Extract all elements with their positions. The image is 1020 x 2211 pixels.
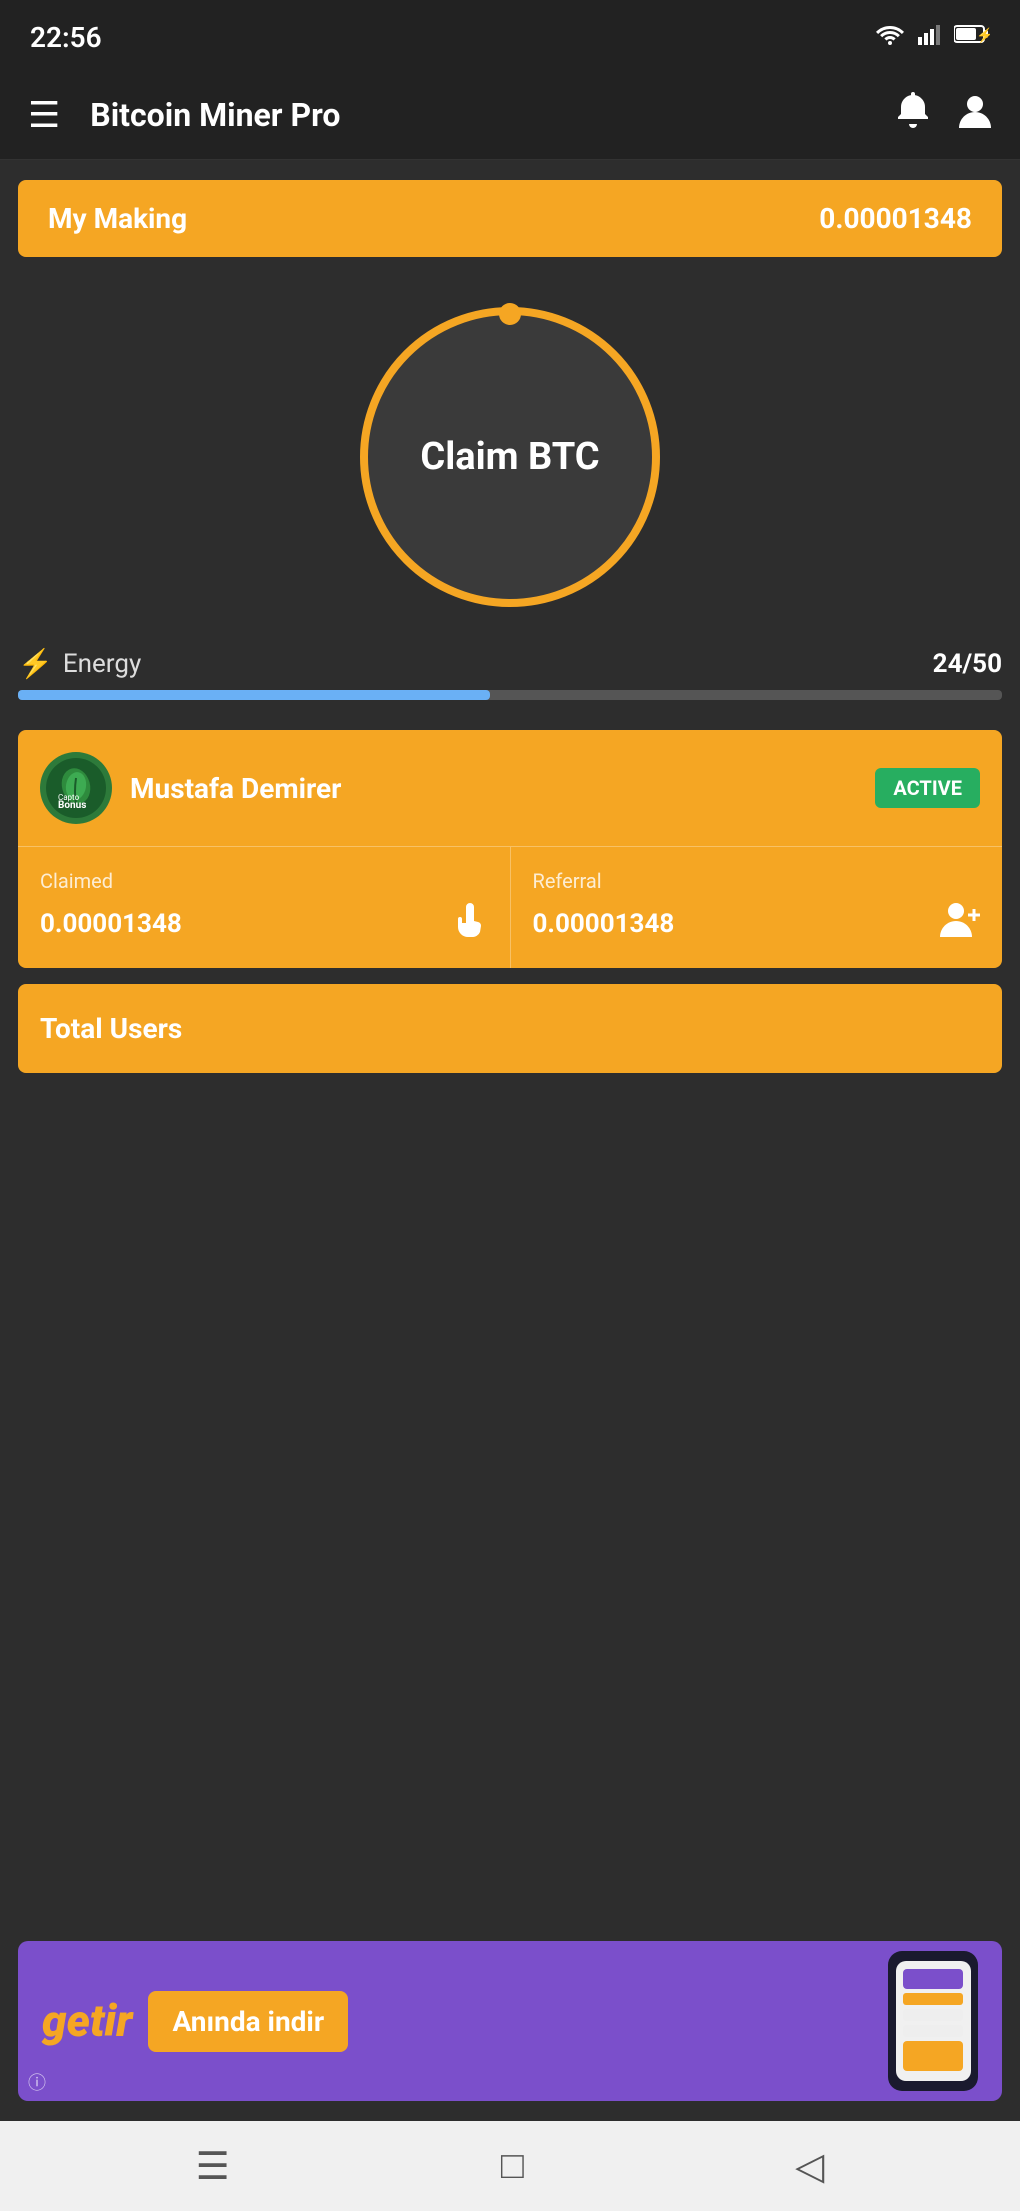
claim-section: Claim BTC <box>0 257 1020 647</box>
ad-brand-name: getir <box>42 1995 132 2047</box>
my-making-banner: My Making 0.00001348 <box>18 180 1002 257</box>
total-users-label: Total Users <box>40 1012 182 1045</box>
svg-text:Capto: Capto <box>58 793 80 802</box>
status-icons: ⚡ <box>876 23 990 51</box>
energy-header: ⚡ Energy 24/50 <box>18 647 1002 680</box>
user-name: Mustafa Demirer <box>130 772 341 805</box>
energy-label: Energy <box>63 649 141 679</box>
referral-label: Referral <box>533 869 981 893</box>
claim-btc-label: Claim BTC <box>420 435 599 479</box>
ad-info-icon: ⓘ <box>28 2069 46 2095</box>
ad-banner[interactable]: getir Anında indir ⓘ <box>18 1941 1002 2101</box>
claimed-label: Claimed <box>40 869 488 893</box>
claimed-value: 0.00001348 <box>40 909 182 939</box>
app-title: Bitcoin Miner Pro <box>90 96 896 134</box>
bottom-nav: ☰ □ ◁ <box>0 2121 1020 2211</box>
my-making-label: My Making <box>48 202 187 235</box>
energy-value: 24/50 <box>933 649 1002 679</box>
top-nav: ☰ Bitcoin Miner Pro <box>0 70 1020 160</box>
user-avatar: Bonus Capto <box>40 752 112 824</box>
lightning-icon: ⚡ <box>18 647 53 680</box>
user-card: Bonus Capto Mustafa Demirer ACTIVE Claim… <box>18 730 1002 968</box>
claimed-value-row: 0.00001348 <box>40 901 488 946</box>
claim-btc-button[interactable]: Claim BTC <box>360 307 660 607</box>
energy-left: ⚡ Energy <box>18 647 141 680</box>
profile-icon[interactable] <box>958 92 992 137</box>
wifi-icon <box>876 23 904 51</box>
referral-value: 0.00001348 <box>533 909 675 939</box>
user-card-header: Bonus Capto Mustafa Demirer ACTIVE <box>18 730 1002 846</box>
referral-stat-cell: Referral 0.00001348 <box>511 847 1003 968</box>
user-info: Bonus Capto Mustafa Demirer <box>40 752 341 824</box>
ad-cta-button[interactable]: Anında indir <box>148 1991 348 2052</box>
claim-circle-dot <box>499 303 521 325</box>
energy-bar-track <box>18 690 1002 700</box>
energy-section: ⚡ Energy 24/50 <box>0 647 1020 720</box>
nav-icons <box>896 92 992 137</box>
bottom-back-icon[interactable]: ◁ <box>795 2144 824 2189</box>
energy-bar-fill <box>18 690 490 700</box>
stats-row: Claimed 0.00001348 Referral 0.00001348 <box>18 846 1002 968</box>
claimed-stat-cell: Claimed 0.00001348 <box>18 847 511 968</box>
hamburger-menu-icon[interactable]: ☰ <box>28 94 60 136</box>
signal-icon <box>918 23 940 51</box>
bottom-menu-icon[interactable]: ☰ <box>196 2144 230 2189</box>
content-spacer <box>0 1073 1020 1941</box>
ad-phone-image <box>888 1951 978 2091</box>
bottom-home-icon[interactable]: □ <box>501 2144 524 2188</box>
ad-phone-screen <box>896 1961 971 2081</box>
touch-icon <box>452 901 488 946</box>
my-making-value: 0.00001348 <box>819 202 972 235</box>
svg-text:⚡: ⚡ <box>976 27 990 44</box>
battery-icon: ⚡ <box>954 24 990 50</box>
active-status-badge: ACTIVE <box>875 768 980 808</box>
status-bar: 22:56 ⚡ <box>0 0 1020 70</box>
total-users-card: Total Users <box>18 984 1002 1073</box>
referral-value-row: 0.00001348 <box>533 901 981 946</box>
notification-bell-icon[interactable] <box>896 92 930 137</box>
add-person-icon[interactable] <box>940 901 980 946</box>
status-time: 22:56 <box>30 21 102 54</box>
